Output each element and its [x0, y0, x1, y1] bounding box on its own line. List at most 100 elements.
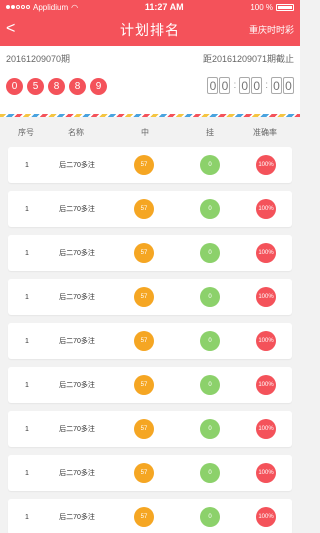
- row-rate-cell: 100%: [240, 375, 292, 395]
- table-row[interactable]: 1 后二70多注 57 0 100%: [8, 147, 292, 183]
- row-hit-cell: 57: [108, 331, 180, 351]
- row-seq: 1: [25, 337, 29, 345]
- row-rate-cell: 100%: [240, 155, 292, 175]
- row-seq: 1: [25, 469, 29, 477]
- miss-badge: 0: [200, 155, 220, 175]
- row-hit-cell: 57: [108, 199, 180, 219]
- row-rate-cell: 100%: [240, 243, 292, 263]
- carrier-label: Applidium: [33, 2, 69, 12]
- table-row[interactable]: 1 后二70多注 57 0 100%: [8, 279, 292, 315]
- nav-bar: < 计划排名 重庆时时彩: [0, 14, 300, 46]
- row-hit-cell: 57: [108, 463, 180, 483]
- rate-badge: 100%: [256, 507, 276, 527]
- hit-badge: 57: [134, 331, 154, 351]
- header-seq: 序号: [18, 127, 34, 137]
- table-row[interactable]: 1 后二70多注 57 0 100%: [8, 499, 292, 533]
- miss-badge: 0: [200, 507, 220, 527]
- miss-badge: 0: [200, 419, 220, 439]
- miss-badge: 0: [200, 463, 220, 483]
- row-miss-cell: 0: [180, 463, 240, 483]
- row-seq: 1: [25, 425, 29, 433]
- row-rate-cell: 100%: [240, 507, 292, 527]
- status-time: 11:27 AM: [144, 2, 184, 12]
- row-rate-cell: 100%: [240, 331, 292, 351]
- countdown-digit: 0: [271, 77, 282, 94]
- rate-badge: 100%: [256, 419, 276, 439]
- hit-badge: 57: [134, 419, 154, 439]
- table-row[interactable]: 1 后二70多注 57 0 100%: [8, 191, 292, 227]
- row-seq: 1: [25, 381, 29, 389]
- row-rate-cell: 100%: [240, 419, 292, 439]
- battery-label: 100 %: [250, 2, 273, 12]
- miss-badge: 0: [200, 199, 220, 219]
- number-ball: 8: [69, 78, 86, 95]
- table-row[interactable]: 1 后二70多注 57 0 100%: [8, 411, 292, 447]
- row-seq: 1: [25, 513, 29, 521]
- miss-badge: 0: [200, 375, 220, 395]
- rate-badge: 100%: [256, 199, 276, 219]
- row-miss-cell: 0: [180, 507, 240, 527]
- hit-badge: 57: [134, 375, 154, 395]
- number-ball: 9: [90, 78, 107, 95]
- row-hit-cell: 57: [108, 243, 180, 263]
- rate-badge: 100%: [256, 287, 276, 307]
- row-miss-cell: 0: [180, 331, 240, 351]
- number-ball: 8: [48, 78, 65, 95]
- row-hit-cell: 57: [108, 155, 180, 175]
- status-left: Applidium ◠: [6, 3, 78, 12]
- countdown-digit: 0: [251, 77, 263, 94]
- header-name: 名称: [68, 127, 84, 137]
- row-hit-cell: 57: [108, 507, 180, 527]
- countdown-separator: :: [265, 80, 268, 91]
- countdown-separator: :: [233, 80, 237, 91]
- wifi-icon: ◠: [71, 2, 79, 12]
- number-ball: 0: [6, 78, 23, 95]
- status-bar: Applidium ◠ 11:27 AM 100 %: [0, 0, 300, 14]
- draw-info: 20161209070期 距20161209071期截止 0 5 8 8 9 0…: [0, 46, 300, 114]
- table-row[interactable]: 1 后二70多注 57 0 100%: [8, 235, 292, 271]
- status-right: 100 %: [250, 3, 294, 12]
- row-name: 后二70多注: [59, 250, 95, 257]
- countdown-digit: 0: [207, 77, 219, 94]
- row-hit-cell: 57: [108, 419, 180, 439]
- header-rate: 准确率: [253, 127, 277, 137]
- row-name: 后二70多注: [59, 294, 95, 301]
- next-period-deadline: 距20161209071期截止: [202, 54, 294, 64]
- countdown-timer: 0 0 : 0 0 : 0 0: [207, 77, 294, 94]
- table-row[interactable]: 1 后二70多注 57 0 100%: [8, 455, 292, 491]
- hit-badge: 57: [134, 507, 154, 527]
- countdown-digit: 0: [239, 77, 251, 94]
- battery-icon: [276, 3, 294, 11]
- row-rate-cell: 100%: [240, 199, 292, 219]
- row-miss-cell: 0: [180, 155, 240, 175]
- signal-icon: [6, 5, 30, 9]
- rate-badge: 100%: [256, 375, 276, 395]
- row-miss-cell: 0: [180, 199, 240, 219]
- row-name: 后二70多注: [59, 206, 95, 213]
- row-rate-cell: 100%: [240, 463, 292, 483]
- rate-badge: 100%: [256, 243, 276, 263]
- current-period: 20161209070期: [6, 54, 71, 64]
- table-header: 序号 名称 中 挂 准确率: [0, 117, 300, 147]
- row-seq: 1: [25, 249, 29, 257]
- lottery-type-button[interactable]: 重庆时时彩: [249, 23, 294, 36]
- row-seq: 1: [25, 161, 29, 169]
- row-name: 后二70多注: [59, 338, 95, 345]
- number-ball: 5: [27, 78, 44, 95]
- row-name: 后二70多注: [59, 162, 95, 169]
- row-rate-cell: 100%: [240, 287, 292, 307]
- header-miss: 挂: [206, 127, 214, 137]
- ranking-list: 1 后二70多注 57 0 100% 1 后二70多注 57 0 100% 1 后二70多注 57 0 10…: [0, 147, 300, 533]
- table-row[interactable]: 1 后二70多注 57 0 100%: [8, 367, 292, 403]
- period-row: 20161209070期 距20161209071期截止: [0, 46, 300, 65]
- miss-badge: 0: [200, 287, 220, 307]
- row-miss-cell: 0: [180, 243, 240, 263]
- countdown-digit: 0: [219, 77, 231, 94]
- table-row[interactable]: 1 后二70多注 57 0 100%: [8, 323, 292, 359]
- rate-badge: 100%: [256, 331, 276, 351]
- row-seq: 1: [25, 293, 29, 301]
- rate-badge: 100%: [256, 155, 276, 175]
- chevron-left-icon[interactable]: <: [6, 20, 15, 38]
- row-hit-cell: 57: [108, 375, 180, 395]
- row-miss-cell: 0: [180, 287, 240, 307]
